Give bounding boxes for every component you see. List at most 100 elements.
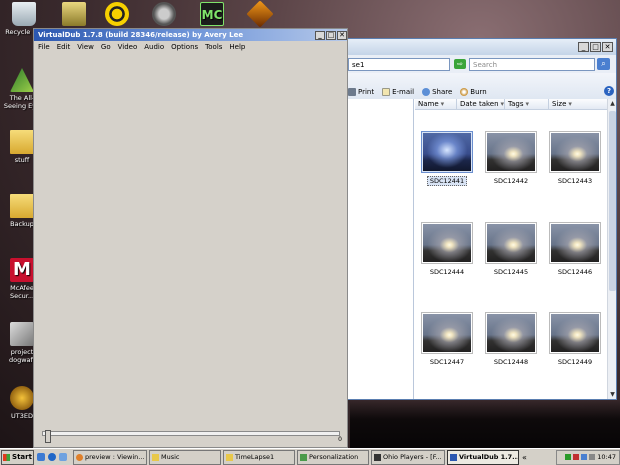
column-size[interactable]: Size ▾ bbox=[549, 99, 607, 109]
photo-thumbnail bbox=[421, 312, 473, 354]
task-ohio-players[interactable]: Ohio Players - [F... bbox=[371, 449, 445, 465]
vertical-scrollbar[interactable]: ▲ ▼ bbox=[607, 99, 616, 399]
top-game-shortcut[interactable] bbox=[238, 0, 282, 28]
file-thumbnail[interactable]: SDC12444 bbox=[417, 222, 477, 276]
file-thumbnail[interactable]: SDC12449 bbox=[545, 312, 605, 366]
task-personalization[interactable]: Personalization bbox=[297, 449, 369, 465]
help-icon[interactable]: ? bbox=[604, 86, 614, 96]
network-icon[interactable] bbox=[581, 454, 588, 460]
volume-icon[interactable] bbox=[589, 454, 596, 460]
taskbar: Start preview : Viewin... Music TimeLaps… bbox=[0, 448, 620, 465]
menu-video[interactable]: Video bbox=[118, 43, 138, 51]
tray-icon[interactable] bbox=[565, 454, 572, 460]
start-button[interactable]: Start bbox=[1, 449, 34, 465]
file-thumbnail[interactable]: SDC12445 bbox=[481, 222, 541, 276]
search-icon[interactable]: ⌕ bbox=[597, 58, 610, 70]
top-radiation-shortcut[interactable] bbox=[95, 2, 139, 28]
photo-thumbnail bbox=[485, 312, 537, 354]
maximize-button[interactable]: □ bbox=[326, 30, 336, 40]
file-label: SDC12449 bbox=[557, 358, 593, 366]
mcafee-logo-icon: M bbox=[10, 258, 34, 282]
scroll-up-icon[interactable]: ▲ bbox=[608, 99, 616, 108]
burn-label: Burn bbox=[470, 88, 487, 96]
go-arrow-icon[interactable]: ⇨ bbox=[454, 59, 466, 69]
task-music[interactable]: Music bbox=[149, 449, 221, 465]
top-mc-shortcut[interactable]: MC bbox=[190, 2, 234, 28]
photo-thumbnail bbox=[549, 312, 601, 354]
file-list[interactable]: Name ▾ Date taken ▾ Tags ▾ Size ▾ SDC12441 S… bbox=[415, 99, 616, 399]
task-preview[interactable]: preview : Viewin... bbox=[73, 449, 147, 465]
scroll-down-icon[interactable]: ▼ bbox=[608, 390, 616, 399]
disc-icon bbox=[460, 88, 469, 96]
clock[interactable]: 10:47 bbox=[597, 453, 616, 461]
show-desktop-icon[interactable] bbox=[37, 453, 45, 461]
scrollbar-thumb[interactable] bbox=[609, 111, 616, 291]
ie-icon[interactable] bbox=[48, 453, 56, 461]
email-button[interactable]: E-mail bbox=[382, 88, 414, 96]
minimize-button[interactable]: _ bbox=[578, 42, 589, 52]
minimize-button[interactable]: _ bbox=[315, 30, 325, 40]
menu-go[interactable]: Go bbox=[101, 43, 111, 51]
file-label: SDC12445 bbox=[493, 268, 529, 276]
tray-icon[interactable] bbox=[573, 454, 580, 460]
photo-thumbnail bbox=[421, 222, 473, 264]
task-label: Ohio Players - [F... bbox=[383, 452, 442, 461]
menu-tools[interactable]: Tools bbox=[205, 43, 222, 51]
menu-audio[interactable]: Audio bbox=[144, 43, 164, 51]
photo-thumbnail bbox=[549, 131, 601, 173]
task-timelapse1[interactable]: TimeLapse1 bbox=[223, 449, 295, 465]
explorer-window[interactable]: _ □ ✕ se1 ⇨ Search ⌕ Print E-mail Share … bbox=[345, 38, 617, 400]
menu-help[interactable]: Help bbox=[229, 43, 245, 51]
column-name[interactable]: Name ▾ bbox=[415, 99, 457, 109]
column-headers: Name ▾ Date taken ▾ Tags ▾ Size ▾ bbox=[415, 99, 616, 110]
column-tags[interactable]: Tags ▾ bbox=[505, 99, 549, 109]
column-date-taken[interactable]: Date taken ▾ bbox=[457, 99, 505, 109]
chevron-down-icon: ▾ bbox=[568, 100, 572, 108]
column-tags-label: Tags bbox=[508, 100, 524, 108]
menu-view[interactable]: View bbox=[77, 43, 94, 51]
switch-windows-icon[interactable] bbox=[59, 453, 67, 461]
address-input[interactable]: se1 bbox=[348, 57, 450, 71]
top-gear-shortcut[interactable] bbox=[142, 2, 186, 28]
share-button[interactable]: Share bbox=[422, 88, 452, 96]
printer-icon bbox=[348, 88, 356, 96]
close-button[interactable]: ✕ bbox=[337, 30, 347, 40]
print-button[interactable]: Print bbox=[348, 88, 374, 96]
explorer-title-bar[interactable]: _ □ ✕ bbox=[346, 39, 616, 55]
photo-thumbnail bbox=[549, 222, 601, 264]
timeline-slider[interactable]: 0 bbox=[42, 427, 342, 445]
menu-bar: File Edit View Go Video Audio Options To… bbox=[34, 41, 347, 53]
file-thumbnail[interactable]: SDC12446 bbox=[545, 222, 605, 276]
file-label: SDC12448 bbox=[493, 358, 529, 366]
file-thumbnail[interactable]: SDC12448 bbox=[481, 312, 541, 366]
file-label: SDC12447 bbox=[429, 358, 465, 366]
recycle-bin-icon-image bbox=[12, 2, 36, 26]
timeline-thumb[interactable] bbox=[45, 430, 51, 443]
desktop-icon-label: project dogwaff bbox=[8, 348, 35, 364]
frame-end-label: 0 bbox=[338, 436, 342, 443]
virtualdub-title-bar[interactable]: VirtualDub 1.7.8 (build 28346/release) b… bbox=[34, 29, 347, 41]
timeline-track[interactable] bbox=[42, 430, 340, 443]
windows-flag-icon bbox=[3, 453, 11, 461]
burn-button[interactable]: Burn bbox=[460, 88, 487, 96]
task-virtualdub[interactable]: VirtualDub 1.7... bbox=[447, 449, 519, 465]
maximize-button[interactable]: □ bbox=[590, 42, 601, 52]
expand-tray-icon[interactable]: « bbox=[522, 453, 527, 462]
folder-icon bbox=[62, 2, 86, 26]
menu-file[interactable]: File bbox=[38, 43, 50, 51]
gear-icon bbox=[152, 2, 176, 26]
radiation-icon bbox=[105, 2, 129, 26]
file-thumbnail[interactable]: SDC12443 bbox=[545, 131, 605, 185]
file-label: SDC12444 bbox=[429, 268, 465, 276]
file-thumbnail[interactable]: SDC12447 bbox=[417, 312, 477, 366]
search-input[interactable]: Search bbox=[469, 57, 595, 71]
top-folder-shortcut[interactable] bbox=[52, 2, 96, 28]
menu-edit[interactable]: Edit bbox=[57, 43, 71, 51]
virtualdub-window[interactable]: VirtualDub 1.7.8 (build 28346/release) b… bbox=[33, 28, 348, 448]
file-thumbnail[interactable]: SDC12442 bbox=[481, 131, 541, 185]
explorer-body: Name ▾ Date taken ▾ Tags ▾ Size ▾ SDC12441 S… bbox=[346, 99, 616, 399]
file-thumbnail[interactable]: SDC12441 bbox=[417, 131, 477, 186]
close-button[interactable]: ✕ bbox=[602, 42, 613, 52]
navigation-pane[interactable] bbox=[346, 99, 414, 399]
menu-options[interactable]: Options bbox=[171, 43, 198, 51]
